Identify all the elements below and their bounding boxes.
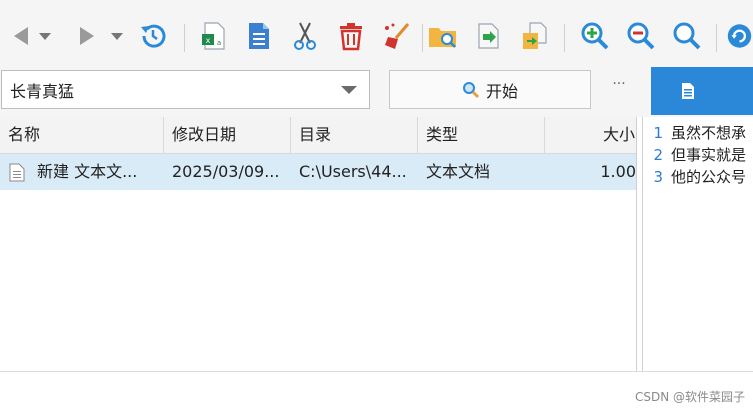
search-combobox[interactable] [1, 70, 370, 109]
column-header-size[interactable]: 大小 [545, 117, 636, 153]
search-bar: 开始 ··· [0, 62, 753, 117]
history-icon [141, 24, 166, 48]
text-file-icon [9, 163, 25, 182]
line-number: 3 [653, 168, 663, 186]
document-icon [682, 83, 694, 99]
svg-text:x: x [206, 36, 211, 45]
preview-tab[interactable] [651, 67, 753, 115]
table-header: 名称 修改日期 目录 类型 大小 [0, 117, 636, 154]
refresh-button[interactable] [726, 19, 753, 53]
preview-panel[interactable]: 1 虽然不想承 2 但事实就是 3 他的公众号 [642, 117, 753, 371]
document-button[interactable] [242, 19, 276, 53]
zoom-out-icon [627, 22, 655, 50]
start-button-label: 开始 [485, 81, 518, 101]
cut-icon [294, 22, 316, 50]
copy-file-button[interactable] [518, 19, 552, 53]
history-button[interactable] [136, 19, 170, 53]
watermark: CSDN @软件菜园子 [634, 390, 745, 404]
start-button[interactable]: 开始 [389, 70, 591, 109]
preview-line: 3 他的公众号 [643, 166, 746, 188]
results-table: 名称 修改日期 目录 类型 大小 新建 文本文... 2025/03/09...… [0, 117, 637, 371]
status-area: CSDN @软件菜园子 [0, 371, 753, 411]
separator [422, 24, 423, 52]
chevron-down-icon [39, 33, 51, 40]
toolbar: x a [0, 0, 753, 62]
zoom-out-button[interactable] [624, 19, 658, 53]
open-folder-icon [429, 28, 456, 48]
zoom-in-button[interactable] [578, 19, 612, 53]
column-header-date[interactable]: 修改日期 [164, 117, 291, 153]
cell-directory: C:\Users\44... [299, 162, 407, 181]
chevron-down-icon [111, 33, 123, 40]
more-options-button[interactable]: ··· [603, 76, 635, 104]
svg-text:a: a [217, 39, 221, 47]
back-button[interactable] [4, 19, 38, 53]
column-header-directory[interactable]: 目录 [291, 117, 418, 153]
line-text: 虽然不想承 [671, 124, 747, 142]
back-history-dropdown[interactable] [34, 19, 56, 53]
preview-line: 1 虽然不想承 [643, 122, 746, 144]
zoom-in-icon [581, 22, 609, 50]
copy-file-icon [523, 22, 547, 49]
forward-icon [80, 27, 94, 45]
column-header-name[interactable]: 名称 [0, 117, 164, 153]
forward-button[interactable] [70, 19, 104, 53]
cell-date: 2025/03/09... [172, 162, 280, 181]
cell-size: 1.00 [600, 162, 636, 181]
cut-button[interactable] [288, 19, 322, 53]
separator [564, 24, 565, 52]
clean-icon [385, 23, 410, 49]
search-button[interactable] [670, 19, 704, 53]
move-file-icon [478, 23, 499, 49]
search-icon [462, 81, 480, 98]
table-row[interactable]: 新建 文本文... 2025/03/09... C:\Users\44... 文… [0, 154, 636, 190]
delete-button[interactable] [334, 19, 368, 53]
line-text: 他的公众号 [671, 168, 747, 186]
cell-name: 新建 文本文... [37, 162, 138, 181]
column-header-type[interactable]: 类型 [418, 117, 545, 153]
search-input[interactable] [10, 71, 330, 108]
open-folder-button[interactable] [426, 19, 460, 53]
line-number: 1 [653, 124, 663, 142]
back-icon [14, 27, 28, 45]
export-excel-button[interactable]: x a [196, 19, 230, 53]
preview-line: 2 但事实就是 [643, 144, 746, 166]
cell-type: 文本文档 [426, 162, 491, 181]
document-icon [249, 23, 269, 49]
separator [716, 24, 717, 52]
search-icon [673, 22, 701, 50]
line-text: 但事实就是 [671, 146, 747, 164]
forward-history-dropdown[interactable] [106, 19, 128, 53]
move-file-button[interactable] [472, 19, 506, 53]
delete-icon [340, 23, 362, 51]
excel-export-icon: x a [202, 22, 225, 50]
chevron-down-icon[interactable] [341, 86, 357, 94]
separator [184, 24, 185, 52]
line-number: 2 [653, 146, 663, 164]
clean-button[interactable] [380, 19, 414, 53]
refresh-icon [727, 24, 752, 48]
